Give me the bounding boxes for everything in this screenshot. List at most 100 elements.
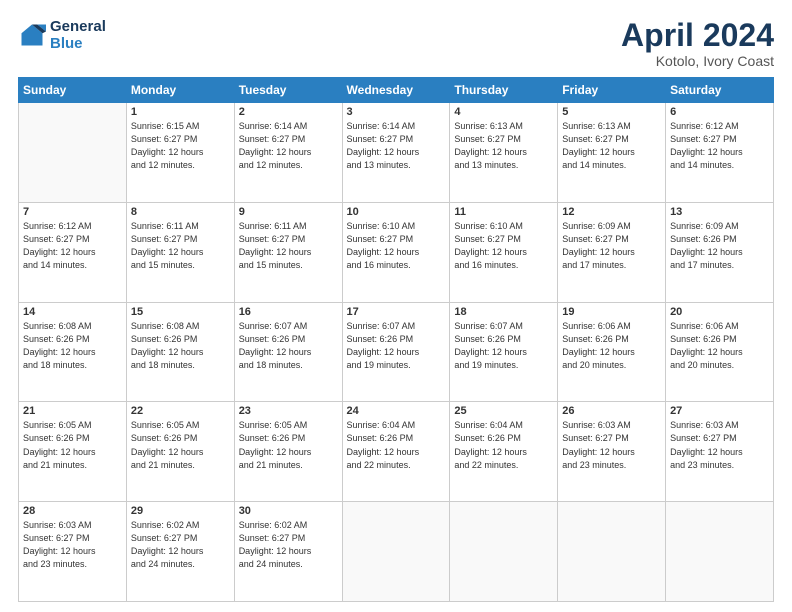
day-info: Sunrise: 6:14 AM Sunset: 6:27 PM Dayligh… bbox=[239, 120, 338, 172]
calendar-cell bbox=[450, 502, 558, 602]
day-number: 15 bbox=[131, 306, 230, 318]
day-number: 19 bbox=[562, 306, 661, 318]
day-number: 26 bbox=[562, 405, 661, 417]
col-saturday: Saturday bbox=[666, 78, 774, 103]
day-number: 18 bbox=[454, 306, 553, 318]
day-info: Sunrise: 6:15 AM Sunset: 6:27 PM Dayligh… bbox=[131, 120, 230, 172]
day-info: Sunrise: 6:14 AM Sunset: 6:27 PM Dayligh… bbox=[347, 120, 446, 172]
day-info: Sunrise: 6:07 AM Sunset: 6:26 PM Dayligh… bbox=[347, 320, 446, 372]
day-number: 21 bbox=[23, 405, 122, 417]
calendar-cell bbox=[342, 502, 450, 602]
day-info: Sunrise: 6:08 AM Sunset: 6:26 PM Dayligh… bbox=[23, 320, 122, 372]
calendar-cell: 13Sunrise: 6:09 AM Sunset: 6:26 PM Dayli… bbox=[666, 202, 774, 302]
day-number: 22 bbox=[131, 405, 230, 417]
day-info: Sunrise: 6:03 AM Sunset: 6:27 PM Dayligh… bbox=[23, 519, 122, 571]
day-info: Sunrise: 6:05 AM Sunset: 6:26 PM Dayligh… bbox=[239, 419, 338, 471]
col-friday: Friday bbox=[558, 78, 666, 103]
calendar-cell: 20 Sunrise: 6:06 AM Sunset: 6:26 PM Dayli… bbox=[666, 302, 774, 402]
calendar-body: 1 Sunrise: 6:15 AM Sunset: 6:27 PM Daylig… bbox=[19, 103, 774, 602]
day-info: Sunrise: 6:05 AM Sunset: 6:26 PM Dayligh… bbox=[23, 419, 122, 471]
day-info: Sunrise: 6:09 AM Sunset: 6:27 PM Dayligh… bbox=[562, 220, 661, 272]
day-info: Sunrise: 6:13 AM Sunset: 6:27 PM Dayligh… bbox=[562, 120, 661, 172]
day-info: Sunrise: 6:03 AM Sunset: 6:27 PM Dayligh… bbox=[562, 419, 661, 471]
day-number: 14 bbox=[23, 306, 122, 318]
page: General Blue April 2024 Kotolo, Ivory Co… bbox=[0, 0, 792, 612]
day-info: Sunrise: 6:07 AM Sunset: 6:26 PM Dayligh… bbox=[454, 320, 553, 372]
calendar-cell: 14 Sunrise: 6:08 AM Sunset: 6:26 PM Dayli… bbox=[19, 302, 127, 402]
day-info: Sunrise: 6:02 AM Sunset: 6:27 PM Dayligh… bbox=[239, 519, 338, 571]
col-monday: Monday bbox=[126, 78, 234, 103]
calendar-cell: 22 Sunrise: 6:05 AM Sunset: 6:26 PM Dayli… bbox=[126, 402, 234, 502]
calendar-cell: 10 Sunrise: 6:10 AM Sunset: 6:27 PM Dayli… bbox=[342, 202, 450, 302]
day-number: 24 bbox=[347, 405, 446, 417]
calendar-week-1: 1 Sunrise: 6:15 AM Sunset: 6:27 PM Daylig… bbox=[19, 103, 774, 203]
calendar-cell: 24 Sunrise: 6:04 AM Sunset: 6:26 PM Dayli… bbox=[342, 402, 450, 502]
day-number: 16 bbox=[239, 306, 338, 318]
calendar-cell: 7Sunrise: 6:12 AM Sunset: 6:27 PM Daylig… bbox=[19, 202, 127, 302]
calendar-cell: 26 Sunrise: 6:03 AM Sunset: 6:27 PM Dayli… bbox=[558, 402, 666, 502]
day-number: 5 bbox=[562, 106, 661, 118]
day-info: Sunrise: 6:08 AM Sunset: 6:26 PM Dayligh… bbox=[131, 320, 230, 372]
day-info: Sunrise: 6:11 AM Sunset: 6:27 PM Dayligh… bbox=[131, 220, 230, 272]
day-info: Sunrise: 6:06 AM Sunset: 6:26 PM Dayligh… bbox=[562, 320, 661, 372]
day-number: 3 bbox=[347, 106, 446, 118]
calendar-cell: 11 Sunrise: 6:10 AM Sunset: 6:27 PM Dayli… bbox=[450, 202, 558, 302]
calendar-cell: 19 Sunrise: 6:06 AM Sunset: 6:26 PM Dayli… bbox=[558, 302, 666, 402]
calendar-week-2: 7Sunrise: 6:12 AM Sunset: 6:27 PM Daylig… bbox=[19, 202, 774, 302]
calendar-cell: 30 Sunrise: 6:02 AM Sunset: 6:27 PM Dayli… bbox=[234, 502, 342, 602]
main-title: April 2024 bbox=[621, 18, 774, 53]
calendar-cell bbox=[19, 103, 127, 203]
calendar-week-3: 14 Sunrise: 6:08 AM Sunset: 6:26 PM Dayli… bbox=[19, 302, 774, 402]
day-info: Sunrise: 6:07 AM Sunset: 6:26 PM Dayligh… bbox=[239, 320, 338, 372]
calendar-header: Sunday Monday Tuesday Wednesday Thursday… bbox=[19, 78, 774, 103]
day-info: Sunrise: 6:12 AM Sunset: 6:27 PM Dayligh… bbox=[670, 120, 769, 172]
calendar-cell: 4Sunrise: 6:13 AM Sunset: 6:27 PM Daylig… bbox=[450, 103, 558, 203]
calendar-cell: 16 Sunrise: 6:07 AM Sunset: 6:26 PM Dayli… bbox=[234, 302, 342, 402]
calendar-cell: 29Sunrise: 6:02 AM Sunset: 6:27 PM Dayli… bbox=[126, 502, 234, 602]
calendar-week-4: 21 Sunrise: 6:05 AM Sunset: 6:26 PM Dayli… bbox=[19, 402, 774, 502]
day-info: Sunrise: 6:04 AM Sunset: 6:26 PM Dayligh… bbox=[454, 419, 553, 471]
calendar-cell: 18 Sunrise: 6:07 AM Sunset: 6:26 PM Dayli… bbox=[450, 302, 558, 402]
day-number: 8 bbox=[131, 206, 230, 218]
calendar-cell: 12 Sunrise: 6:09 AM Sunset: 6:27 PM Dayli… bbox=[558, 202, 666, 302]
calendar-cell: 28 Sunrise: 6:03 AM Sunset: 6:27 PM Dayli… bbox=[19, 502, 127, 602]
col-sunday: Sunday bbox=[19, 78, 127, 103]
calendar-cell: 27 Sunrise: 6:03 AM Sunset: 6:27 PM Dayli… bbox=[666, 402, 774, 502]
day-number: 2 bbox=[239, 106, 338, 118]
calendar-cell: 1 Sunrise: 6:15 AM Sunset: 6:27 PM Daylig… bbox=[126, 103, 234, 203]
day-number: 11 bbox=[454, 206, 553, 218]
logo-text: General Blue bbox=[50, 18, 106, 53]
day-info: Sunrise: 6:04 AM Sunset: 6:26 PM Dayligh… bbox=[347, 419, 446, 471]
calendar-cell: 5 Sunrise: 6:13 AM Sunset: 6:27 PM Daylig… bbox=[558, 103, 666, 203]
col-thursday: Thursday bbox=[450, 78, 558, 103]
day-number: 9 bbox=[239, 206, 338, 218]
logo-icon bbox=[18, 21, 46, 49]
day-number: 23 bbox=[239, 405, 338, 417]
day-info: Sunrise: 6:03 AM Sunset: 6:27 PM Dayligh… bbox=[670, 419, 769, 471]
day-info: Sunrise: 6:11 AM Sunset: 6:27 PM Dayligh… bbox=[239, 220, 338, 272]
day-info: Sunrise: 6:06 AM Sunset: 6:26 PM Dayligh… bbox=[670, 320, 769, 372]
day-number: 30 bbox=[239, 505, 338, 517]
header-row: Sunday Monday Tuesday Wednesday Thursday… bbox=[19, 78, 774, 103]
day-number: 10 bbox=[347, 206, 446, 218]
logo: General Blue bbox=[18, 18, 106, 53]
calendar-cell: 15 Sunrise: 6:08 AM Sunset: 6:26 PM Dayli… bbox=[126, 302, 234, 402]
calendar-cell: 21 Sunrise: 6:05 AM Sunset: 6:26 PM Dayli… bbox=[19, 402, 127, 502]
calendar-week-5: 28 Sunrise: 6:03 AM Sunset: 6:27 PM Dayli… bbox=[19, 502, 774, 602]
col-tuesday: Tuesday bbox=[234, 78, 342, 103]
header: General Blue April 2024 Kotolo, Ivory Co… bbox=[18, 18, 774, 69]
day-info: Sunrise: 6:05 AM Sunset: 6:26 PM Dayligh… bbox=[131, 419, 230, 471]
day-info: Sunrise: 6:10 AM Sunset: 6:27 PM Dayligh… bbox=[347, 220, 446, 272]
day-number: 20 bbox=[670, 306, 769, 318]
day-info: Sunrise: 6:10 AM Sunset: 6:27 PM Dayligh… bbox=[454, 220, 553, 272]
day-number: 7 bbox=[23, 206, 122, 218]
day-info: Sunrise: 6:09 AM Sunset: 6:26 PM Dayligh… bbox=[670, 220, 769, 272]
day-number: 25 bbox=[454, 405, 553, 417]
day-number: 27 bbox=[670, 405, 769, 417]
calendar-cell: 2 Sunrise: 6:14 AM Sunset: 6:27 PM Daylig… bbox=[234, 103, 342, 203]
day-number: 1 bbox=[131, 106, 230, 118]
col-wednesday: Wednesday bbox=[342, 78, 450, 103]
day-number: 12 bbox=[562, 206, 661, 218]
calendar-cell: 23 Sunrise: 6:05 AM Sunset: 6:26 PM Dayli… bbox=[234, 402, 342, 502]
day-number: 28 bbox=[23, 505, 122, 517]
